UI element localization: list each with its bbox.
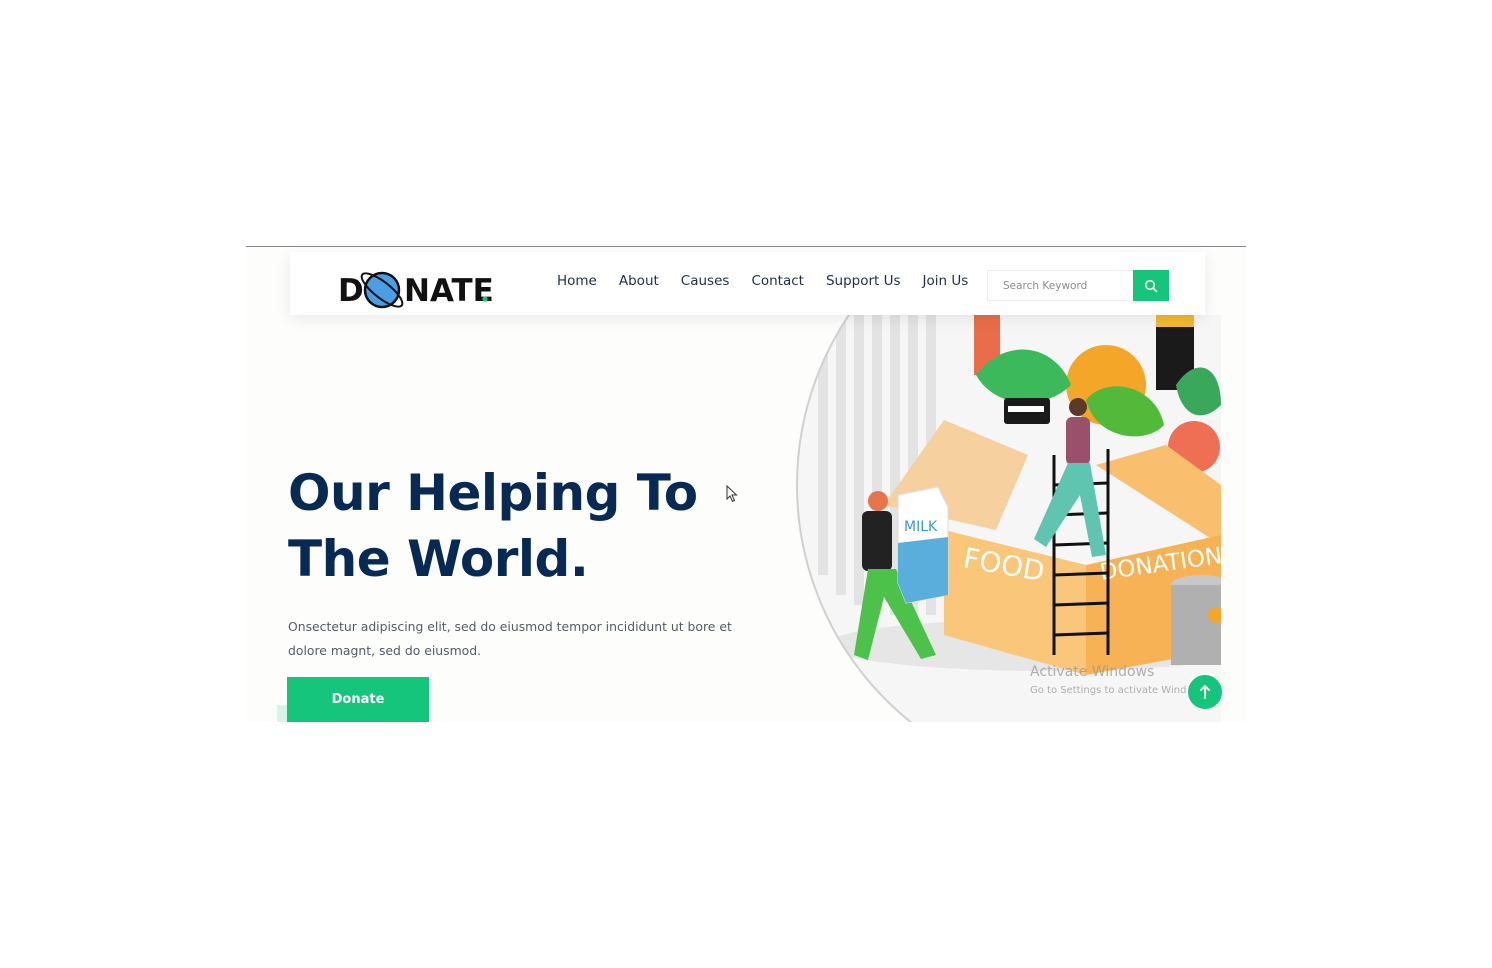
bucket-body	[1171, 585, 1221, 665]
hero-title-line-2: The World.	[288, 530, 589, 588]
search-button[interactable]	[1133, 270, 1169, 301]
site-preview: D NATE Home About Causes Contact Support…	[246, 247, 1246, 722]
donate-button-accent	[277, 705, 287, 722]
logo-letter-d: D	[338, 273, 364, 309]
nav-support-us[interactable]: Support Us	[826, 273, 901, 289]
logo-dot	[482, 296, 488, 302]
hero-description: Onsectetur adipiscing elit, sed do eiusm…	[288, 619, 732, 658]
person-ladder-body	[1066, 417, 1090, 465]
nav-contact[interactable]: Contact	[751, 273, 804, 289]
hero-title: Our Helping To The World.	[288, 460, 758, 592]
mouse-cursor-icon	[726, 485, 738, 503]
activate-windows-title: Activate Windows	[1030, 664, 1155, 680]
nav-causes[interactable]: Causes	[681, 273, 730, 289]
search-input[interactable]	[987, 270, 1133, 301]
nav-join-us[interactable]: Join Us	[923, 273, 969, 289]
donate-button[interactable]: Donate	[287, 677, 429, 722]
activate-windows-subtitle: Go to Settings to activate Windows.	[1030, 685, 1210, 696]
site-header: D NATE Home About Causes Contact Support…	[290, 252, 1205, 315]
search-icon	[1144, 279, 1158, 292]
hero-title-line-1: Our Helping To	[288, 464, 698, 522]
person-milk-body	[862, 511, 892, 571]
nav-home[interactable]: Home	[557, 273, 597, 289]
person-ladder-head	[1069, 398, 1087, 416]
milk-label: MILK	[904, 519, 938, 535]
logo-word: NATE	[404, 273, 494, 309]
scroll-to-top-button[interactable]	[1186, 673, 1224, 711]
person-milk-head	[868, 491, 888, 511]
arrow-up-icon	[1200, 685, 1210, 699]
main-nav: Home About Causes Contact Support Us Joi…	[557, 273, 990, 289]
donate-logo[interactable]: D NATE	[338, 264, 498, 314]
food-donation-illustration: FOOD DONATION MILK	[796, 315, 1221, 722]
nav-about[interactable]: About	[619, 273, 659, 289]
